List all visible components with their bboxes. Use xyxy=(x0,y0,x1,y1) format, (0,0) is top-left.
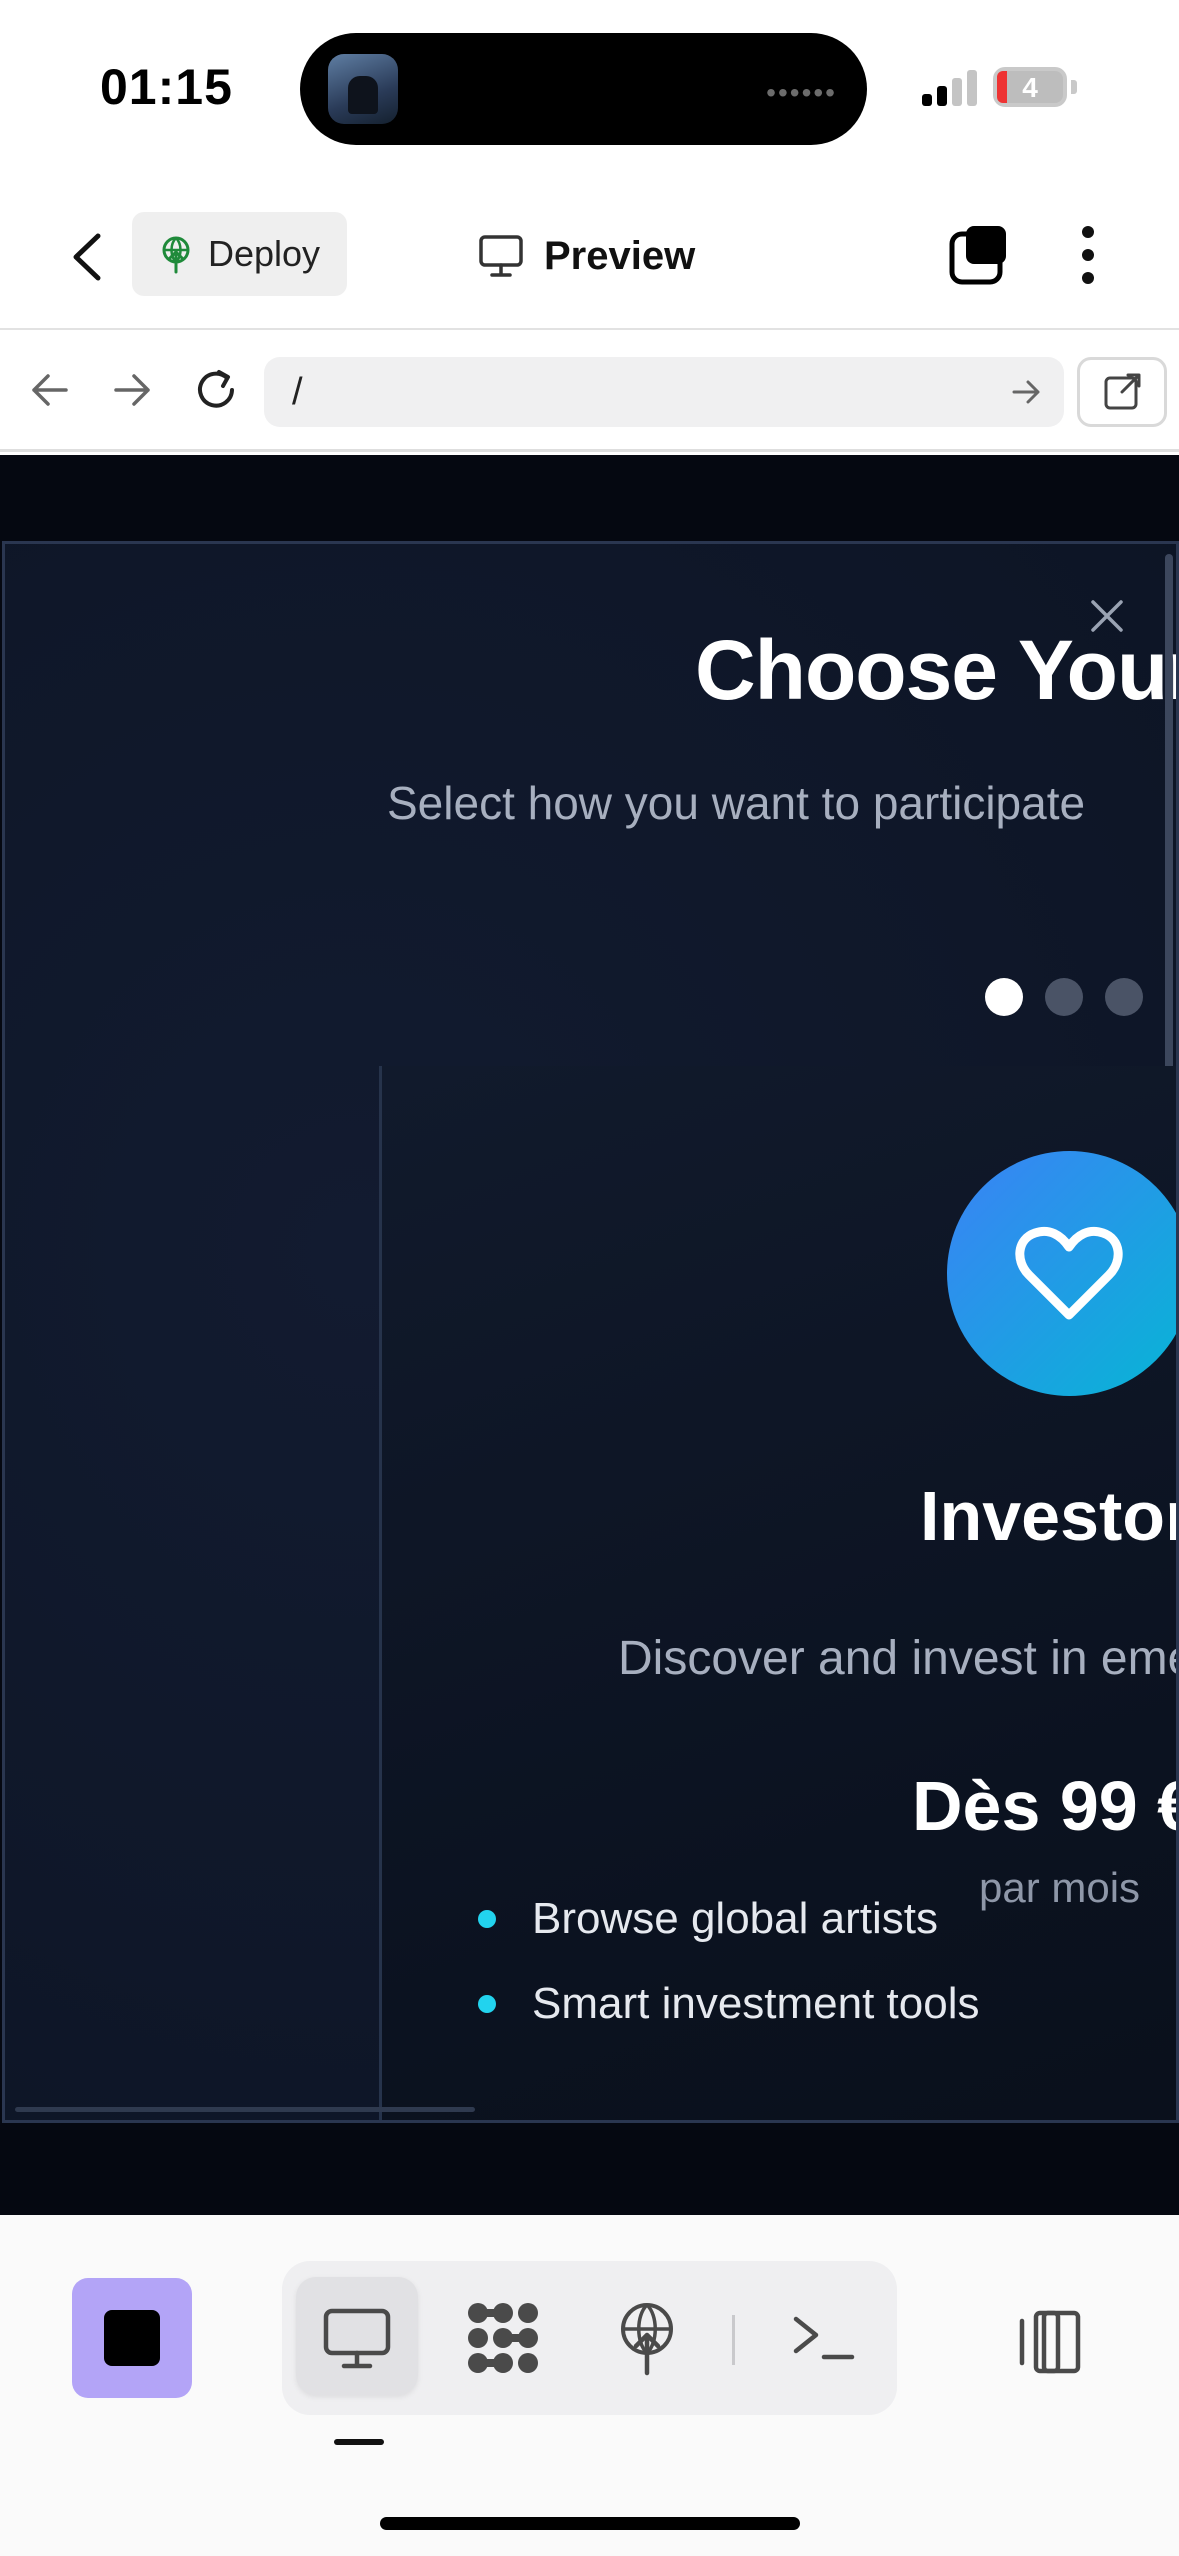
signal-icon xyxy=(922,70,978,106)
tabs-button[interactable] xyxy=(948,222,1014,288)
terminal-icon[interactable] xyxy=(784,2299,862,2377)
arrow-left-icon xyxy=(32,374,68,406)
plan-card-investor[interactable]: Investor Discover and invest in emerging… xyxy=(379,1066,1179,2120)
kebab-menu-icon xyxy=(1082,226,1094,284)
bullet-icon xyxy=(478,1995,496,2013)
card-title: Investor xyxy=(920,1477,1179,1555)
panel-toggle-button[interactable] xyxy=(1010,2307,1084,2377)
preview-tab[interactable]: Preview xyxy=(478,228,695,284)
deploy-icon[interactable] xyxy=(608,2299,686,2377)
carousel-dot-3[interactable] xyxy=(1105,978,1143,1016)
horizontal-scrollbar[interactable] xyxy=(15,2107,475,2112)
pattern-icon[interactable] xyxy=(464,2299,542,2377)
preview-label: Preview xyxy=(544,233,696,278)
heart-icon xyxy=(1015,1226,1123,1320)
arrow-right-icon xyxy=(114,374,150,406)
preview-viewport: Choose Your Select how you want to parti… xyxy=(0,455,1179,2215)
battery-cap xyxy=(1071,80,1077,94)
chevron-left-icon xyxy=(73,233,101,281)
monitor-icon xyxy=(479,235,523,277)
url-bar[interactable]: / xyxy=(264,357,1064,427)
battery-level: 4 xyxy=(1022,72,1038,103)
card-price: Dès 99 € xyxy=(912,1767,1179,1845)
feature-item: Smart investment tools xyxy=(478,1974,980,2034)
modal-subtitle: Select how you want to participate xyxy=(387,777,1086,829)
app-header: Deploy Preview xyxy=(0,180,1179,330)
back-button[interactable] xyxy=(58,222,118,292)
monitor-icon xyxy=(323,2308,391,2369)
deploy-label: Deploy xyxy=(208,233,321,274)
modal-title: Choose Your xyxy=(695,623,1179,717)
status-bar: 01:15 •••••• 4 xyxy=(0,0,1179,180)
switcher-divider xyxy=(732,2315,735,2365)
stop-icon xyxy=(104,2310,160,2366)
feature-item: Browse global artists xyxy=(478,1889,938,1949)
bullet-icon xyxy=(478,1910,496,1928)
carousel-dots xyxy=(985,978,1143,1018)
deploy-button[interactable]: Deploy xyxy=(132,212,347,296)
reload-button[interactable] xyxy=(186,360,246,420)
panel-toggle-icon xyxy=(1019,2310,1081,2374)
island-app-avatar xyxy=(328,54,398,124)
back-nav-button[interactable] xyxy=(20,360,80,420)
carousel-dot-2[interactable] xyxy=(1045,978,1083,1016)
card-period: par mois xyxy=(979,1864,1141,1911)
forward-nav-button[interactable] xyxy=(102,360,162,420)
card-description: Discover and invest in emerging artists xyxy=(618,1632,1176,1685)
open-external-button[interactable] xyxy=(1077,357,1167,427)
home-indicator[interactable] xyxy=(380,2517,800,2530)
browser-bar: / xyxy=(0,332,1179,452)
island-dots: •••••• xyxy=(766,77,837,108)
stop-button[interactable] xyxy=(72,2278,192,2398)
reload-icon xyxy=(198,370,234,408)
status-time: 01:15 xyxy=(100,59,233,115)
card-icon-circle xyxy=(947,1151,1176,1396)
carousel-dot-1[interactable] xyxy=(985,978,1023,1016)
dynamic-island: •••••• xyxy=(300,33,867,145)
more-menu-button[interactable] xyxy=(1066,222,1110,288)
globe-deploy-icon xyxy=(162,236,190,274)
role-modal: Choose Your Select how you want to parti… xyxy=(2,541,1179,2123)
bottom-toolbar xyxy=(0,2215,1179,2556)
feature-text: Smart investment tools xyxy=(532,1979,980,2028)
feature-text: Browse global artists xyxy=(532,1894,938,1943)
active-indicator xyxy=(334,2439,384,2445)
tabs-icon xyxy=(949,226,1006,285)
battery-icon: 4 xyxy=(993,67,1067,107)
url-text: / xyxy=(292,371,303,413)
arrow-go-icon[interactable] xyxy=(1008,374,1044,410)
external-link-icon xyxy=(1104,373,1141,410)
view-switcher xyxy=(282,2261,897,2415)
